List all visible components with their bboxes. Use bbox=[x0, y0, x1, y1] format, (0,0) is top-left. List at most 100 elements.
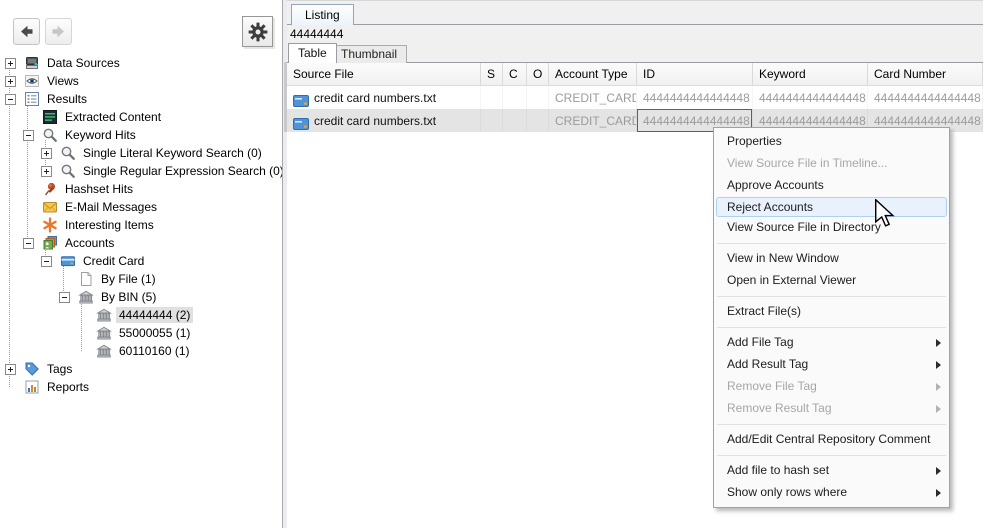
cell-account-type[interactable]: CREDIT_CARD bbox=[549, 109, 637, 132]
cell-account-type[interactable]: CREDIT_CARD bbox=[549, 86, 637, 109]
menu-item-open-in-external-viewer[interactable]: Open in External Viewer bbox=[714, 270, 949, 292]
expand-icon[interactable] bbox=[41, 148, 52, 159]
tree-item-keyword-hits[interactable]: Keyword Hits bbox=[0, 126, 282, 144]
menu-item-view-source-file-in-directory[interactable]: View Source File in Directory bbox=[714, 217, 949, 239]
expand-icon[interactable] bbox=[5, 76, 16, 87]
menu-separator bbox=[714, 451, 949, 460]
cell-source-file[interactable]: credit card numbers.txt bbox=[287, 109, 481, 132]
tree-item-reports[interactable]: Reports bbox=[0, 378, 282, 396]
tree-item-accounts[interactable]: Accounts bbox=[0, 234, 282, 252]
column-header-o[interactable]: O bbox=[527, 63, 549, 85]
menu-item-properties[interactable]: Properties bbox=[714, 131, 949, 153]
menu-item-view-in-new-window[interactable]: View in New Window bbox=[714, 248, 949, 270]
collapse-icon[interactable] bbox=[5, 94, 16, 105]
column-header-source-file[interactable]: Source File bbox=[287, 63, 481, 85]
tab-thumbnail[interactable]: Thumbnail bbox=[331, 45, 407, 63]
menu-item-extract-file-s[interactable]: Extract File(s) bbox=[714, 301, 949, 323]
tree-item-single-regular-expression-search-0[interactable]: Single Regular Expression Search (0) bbox=[0, 162, 282, 180]
tree-item-label: Extracted Content bbox=[62, 109, 164, 125]
tree-item-interesting-items[interactable]: Interesting Items bbox=[0, 216, 282, 234]
tree-item-label: Results bbox=[44, 91, 90, 107]
tree-item-hashset-hits[interactable]: Hashset Hits bbox=[0, 180, 282, 198]
listing-address: 44444444 bbox=[287, 25, 983, 43]
table-row[interactable]: credit card numbers.txtCREDIT_CARD444444… bbox=[287, 86, 983, 109]
cell-o[interactable] bbox=[527, 109, 549, 132]
tree-item-label: Credit Card bbox=[80, 253, 147, 269]
cell-source-file[interactable]: credit card numbers.txt bbox=[287, 86, 481, 109]
submenu-arrow-icon bbox=[936, 489, 941, 497]
expand-icon[interactable] bbox=[41, 166, 52, 177]
cell-s[interactable] bbox=[481, 109, 503, 132]
collapse-icon[interactable] bbox=[59, 292, 70, 303]
table-body: credit card numbers.txtCREDIT_CARD444444… bbox=[287, 86, 983, 132]
report-icon bbox=[24, 379, 40, 395]
menu-item-add-result-tag[interactable]: Add Result Tag bbox=[714, 354, 949, 376]
tree-item-by-bin-5[interactable]: By BIN (5) bbox=[0, 288, 282, 306]
submenu-arrow-icon bbox=[936, 383, 941, 391]
tree-item-label: Single Literal Keyword Search (0) bbox=[80, 145, 265, 161]
tab-table[interactable]: Table bbox=[288, 43, 337, 63]
collapse-icon[interactable] bbox=[41, 256, 52, 267]
listing-tab-bar: Listing bbox=[287, 1, 983, 25]
cell-keyword[interactable]: 4444444444444448 bbox=[753, 86, 868, 109]
collapse-icon[interactable] bbox=[23, 130, 34, 141]
search-icon bbox=[60, 145, 76, 161]
tree-item-extracted-content[interactable]: Extracted Content bbox=[0, 108, 282, 126]
submenu-arrow-icon bbox=[936, 339, 941, 347]
cell-c[interactable] bbox=[503, 109, 527, 132]
submenu-arrow-icon bbox=[936, 467, 941, 475]
expand-icon[interactable] bbox=[5, 364, 16, 375]
tree-item-e-mail-messages[interactable]: E-Mail Messages bbox=[0, 198, 282, 216]
menu-item-view-source-file-in-timeline[interactable]: View Source File in Timeline... bbox=[714, 153, 949, 175]
credit-card-file-icon bbox=[293, 115, 309, 127]
tree-item-credit-card[interactable]: Credit Card bbox=[0, 252, 282, 270]
menu-item-add-edit-central-repository-comment[interactable]: Add/Edit Central Repository Comment bbox=[714, 429, 949, 451]
tree-item-by-file-1[interactable]: By File (1) bbox=[0, 270, 282, 288]
view-tab-bar: Table Thumbnail bbox=[287, 43, 983, 63]
tree-item-label: 44444444 (2) bbox=[116, 307, 193, 323]
tree-item-60110160-1[interactable]: 60110160 (1) bbox=[0, 342, 282, 360]
extracted-content-icon bbox=[42, 109, 58, 125]
tab-listing[interactable]: Listing bbox=[291, 4, 354, 25]
cell-card-number[interactable]: 4444444444444448 bbox=[868, 86, 983, 109]
tree-item-label: 60110160 (1) bbox=[116, 343, 193, 359]
tree-item-tags[interactable]: Tags bbox=[0, 360, 282, 378]
cell-s[interactable] bbox=[481, 86, 503, 109]
tree-item-single-literal-keyword-search-0[interactable]: Single Literal Keyword Search (0) bbox=[0, 144, 282, 162]
search-icon bbox=[60, 163, 76, 179]
mouse-cursor-icon bbox=[874, 199, 896, 232]
menu-separator bbox=[714, 420, 949, 429]
tree-item-data-sources[interactable]: Data Sources bbox=[0, 54, 282, 72]
cell-c[interactable] bbox=[503, 86, 527, 109]
column-header-s[interactable]: S bbox=[481, 63, 503, 85]
tree-item-55000055-1[interactable]: 55000055 (1) bbox=[0, 324, 282, 342]
tree-item-label: Views bbox=[44, 73, 82, 89]
column-header-c[interactable]: C bbox=[503, 63, 527, 85]
submenu-arrow-icon bbox=[936, 361, 941, 369]
menu-item-remove-result-tag[interactable]: Remove Result Tag bbox=[714, 398, 949, 420]
cell-id[interactable]: 4444444444444448 bbox=[637, 86, 753, 109]
bank-icon bbox=[78, 289, 94, 305]
menu-item-approve-accounts[interactable]: Approve Accounts bbox=[714, 175, 949, 197]
accounts-table: Source FileSCOAccount TypeIDKeywordCard … bbox=[287, 63, 983, 132]
source-file-name: credit card numbers.txt bbox=[314, 110, 436, 132]
menu-item-add-file-tag[interactable]: Add File Tag bbox=[714, 332, 949, 354]
collapse-icon[interactable] bbox=[23, 238, 34, 249]
context-menu: PropertiesView Source File in Timeline..… bbox=[713, 127, 950, 508]
column-header-id[interactable]: ID bbox=[637, 63, 753, 85]
menu-item-add-file-to-hash-set[interactable]: Add file to hash set bbox=[714, 460, 949, 482]
submenu-arrow-icon bbox=[936, 405, 941, 413]
tree-item-44444444-2[interactable]: 44444444 (2) bbox=[0, 306, 282, 324]
menu-item-reject-accounts[interactable]: Reject Accounts bbox=[716, 197, 947, 217]
column-header-keyword[interactable]: Keyword bbox=[753, 63, 868, 85]
column-header-card-number[interactable]: Card Number bbox=[868, 63, 983, 85]
eye-icon bbox=[24, 73, 40, 89]
tree-item-views[interactable]: Views bbox=[0, 72, 282, 90]
column-header-account-type[interactable]: Account Type bbox=[549, 63, 637, 85]
tree-item-label: Accounts bbox=[62, 235, 117, 251]
tree-item-results[interactable]: Results bbox=[0, 90, 282, 108]
expand-icon[interactable] bbox=[5, 58, 16, 69]
cell-o[interactable] bbox=[527, 86, 549, 109]
menu-item-remove-file-tag[interactable]: Remove File Tag bbox=[714, 376, 949, 398]
menu-item-show-only-rows-where[interactable]: Show only rows where bbox=[714, 482, 949, 504]
